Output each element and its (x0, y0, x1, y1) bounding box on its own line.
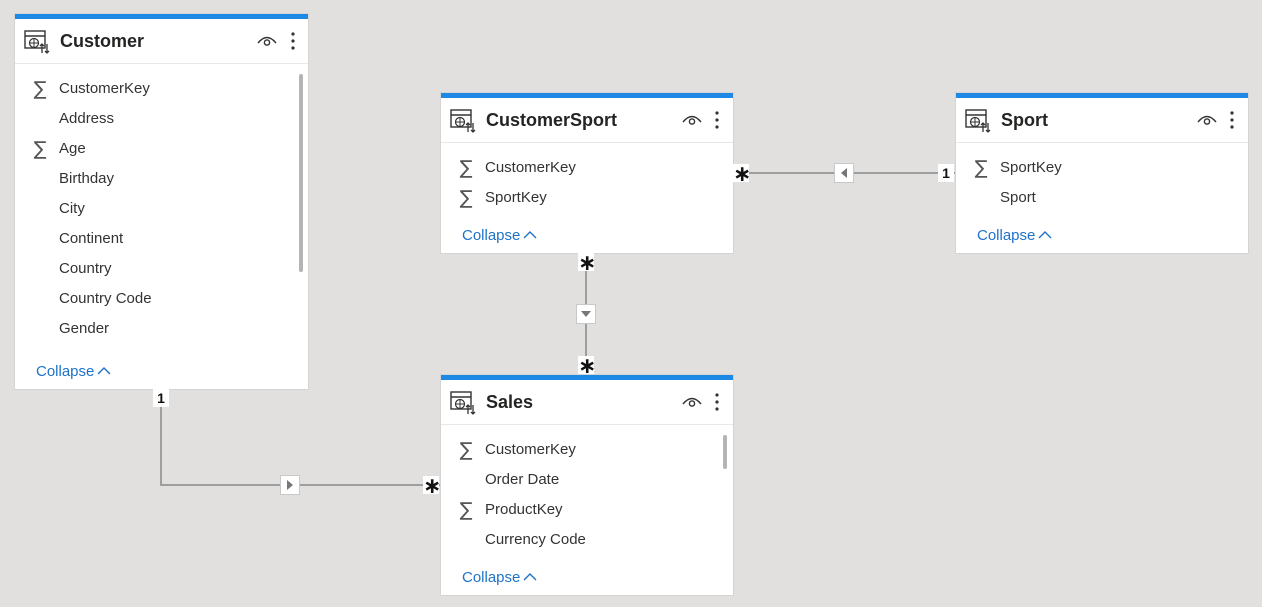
table-card-sport[interactable]: Sport ∑ SportKey Sport Collapse (956, 93, 1248, 253)
table-icon (24, 30, 50, 54)
field-row[interactable]: Currency Code (441, 525, 733, 555)
table-header[interactable]: Sport (956, 98, 1248, 143)
field-row[interactable]: Address (15, 104, 308, 134)
sum-icon: ∑ (459, 187, 473, 209)
field-name: Country Code (59, 290, 152, 307)
scrollbar[interactable] (723, 435, 727, 469)
field-row[interactable]: Gender (15, 314, 308, 344)
collapse-label: Collapse (36, 363, 95, 380)
chevron-up-icon (97, 366, 111, 375)
field-row[interactable]: ∑ CustomerKey (441, 435, 733, 465)
field-name: SportKey (485, 189, 547, 206)
field-name: Continent (59, 230, 124, 247)
more-options-icon[interactable] (288, 29, 298, 53)
collapse-button[interactable]: Collapse (36, 363, 111, 380)
table-icon (450, 391, 476, 415)
field-row[interactable]: Birthday (15, 164, 308, 194)
field-name: Country (59, 260, 112, 277)
field-row[interactable]: ∑ CustomerKey (15, 74, 308, 104)
more-options-icon[interactable] (712, 108, 722, 132)
sum-icon: ∑ (459, 439, 473, 461)
collapse-label: Collapse (462, 569, 521, 586)
relationship-direction-button[interactable] (280, 475, 300, 495)
table-card-sales[interactable]: Sales ∑ CustomerKey Order Date ∑ ProductKe… (441, 375, 733, 595)
field-name: SportKey (1000, 159, 1062, 176)
eye-icon[interactable] (257, 34, 277, 48)
sum-icon: ∑ (974, 157, 988, 179)
many-cardinality-marker: ∗ (733, 162, 752, 187)
table-header[interactable]: Sales (441, 380, 733, 425)
field-name: CustomerKey (485, 159, 576, 176)
many-cardinality-marker: ∗ (578, 251, 597, 276)
eye-icon[interactable] (1197, 113, 1217, 127)
many-cardinality-marker: ∗ (423, 474, 442, 499)
field-list: ∑ CustomerKey ∑ SportKey (441, 143, 733, 213)
field-row[interactable]: Continent (15, 224, 308, 254)
field-name: Order Date (485, 471, 560, 488)
collapse-label: Collapse (462, 227, 521, 244)
model-canvas[interactable]: Customer ∑ CustomerKey Address ∑ Age Birth… (0, 0, 1262, 607)
sum-icon: ∑ (33, 78, 47, 100)
one-cardinality-marker: 1 (938, 164, 954, 182)
field-list: ∑ CustomerKey Order Date ∑ ProductKey Curr… (441, 425, 733, 555)
field-name: Gender (59, 320, 110, 337)
sum-icon: ∑ (33, 138, 47, 160)
arrow-left-icon (841, 168, 847, 178)
table-title: Sales (486, 392, 534, 412)
collapse-button[interactable]: Collapse (462, 569, 537, 586)
field-name: Age (59, 140, 86, 157)
more-options-icon[interactable] (1227, 108, 1237, 132)
field-name: Sport (1000, 189, 1036, 206)
relationship-direction-button[interactable] (834, 163, 854, 183)
field-row[interactable]: ∑ ProductKey (441, 495, 733, 525)
field-name: Currency Code (485, 531, 586, 548)
field-row[interactable]: Country (15, 254, 308, 284)
table-header[interactable]: CustomerSport (441, 98, 733, 143)
table-title: CustomerSport (486, 110, 618, 130)
field-name: Birthday (59, 170, 115, 187)
table-title: Sport (1001, 110, 1048, 130)
chevron-up-icon (523, 572, 537, 581)
field-row[interactable]: ∑ SportKey (441, 183, 733, 213)
chevron-up-icon (1038, 230, 1052, 239)
eye-icon[interactable] (682, 395, 702, 409)
sum-icon: ∑ (459, 499, 473, 521)
collapse-button[interactable]: Collapse (462, 227, 537, 244)
table-card-customer[interactable]: Customer ∑ CustomerKey Address ∑ Age Birth… (15, 14, 308, 389)
eye-icon[interactable] (682, 113, 702, 127)
field-list: ∑ CustomerKey Address ∑ Age Birthday City … (15, 64, 308, 344)
field-name: City (59, 200, 85, 217)
field-row[interactable]: ∑ Age (15, 134, 308, 164)
chevron-up-icon (523, 230, 537, 239)
field-list: ∑ SportKey Sport (956, 143, 1248, 213)
relationship-direction-button[interactable] (576, 304, 596, 324)
table-header[interactable]: Customer (15, 19, 308, 64)
field-name: ProductKey (485, 501, 563, 518)
field-row[interactable]: Sport (956, 183, 1248, 213)
one-cardinality-marker: 1 (153, 389, 169, 407)
arrow-right-icon (287, 480, 293, 490)
table-title: Customer (60, 31, 145, 51)
collapse-button[interactable]: Collapse (977, 227, 1052, 244)
field-name: CustomerKey (485, 441, 576, 458)
table-icon (965, 109, 991, 133)
more-options-icon[interactable] (712, 390, 722, 414)
field-row[interactable]: ∑ CustomerKey (441, 153, 733, 183)
field-row[interactable]: Order Date (441, 465, 733, 495)
relationship-line-customer-sales (160, 389, 441, 486)
table-card-customersport[interactable]: CustomerSport ∑ CustomerKey ∑ SportKey Col… (441, 93, 733, 253)
scrollbar[interactable] (299, 74, 303, 272)
field-name: Address (59, 110, 115, 127)
field-name: CustomerKey (59, 80, 150, 97)
collapse-label: Collapse (977, 227, 1036, 244)
arrow-down-icon (581, 311, 591, 317)
field-row[interactable]: City (15, 194, 308, 224)
table-icon (450, 109, 476, 133)
many-cardinality-marker: ∗ (578, 354, 597, 379)
sum-icon: ∑ (459, 157, 473, 179)
field-row[interactable]: ∑ SportKey (956, 153, 1248, 183)
field-row[interactable]: Country Code (15, 284, 308, 314)
